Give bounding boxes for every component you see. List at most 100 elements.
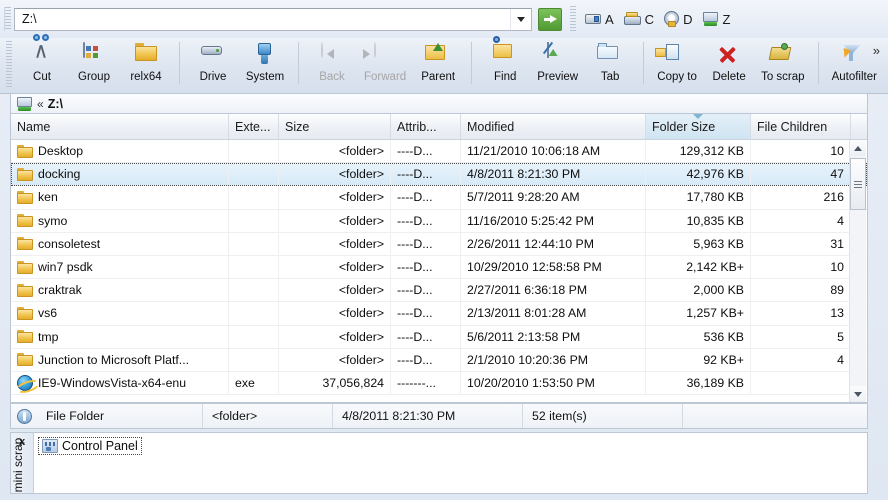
list-item[interactable]: Control Panel: [38, 437, 142, 455]
main-toolbar-gripper[interactable]: [6, 41, 12, 87]
breadcrumb[interactable]: « Z:\: [10, 93, 868, 113]
drive-button-d[interactable]: D: [661, 9, 697, 29]
cut-button-label: Cut: [33, 71, 51, 83]
cell-modified: 2/13/2011 8:01:28 AM: [461, 302, 646, 325]
breadcrumb-separator: «: [37, 96, 44, 111]
status-bar: File Folder <folder> 4/8/2011 8:21:30 PM…: [10, 403, 868, 429]
file-name: consoletest: [38, 236, 101, 251]
cell-name: docking: [11, 163, 229, 186]
table-row[interactable]: tmp <folder> ----D... 5/6/2011 2:13:58 P…: [11, 325, 867, 349]
table-row[interactable]: win7 psdk <folder> ----D... 10/29/2010 1…: [11, 255, 867, 280]
cell-extension: [229, 255, 279, 279]
cell-attributes: ----D...: [391, 348, 461, 371]
mini-scrap-body[interactable]: Control Panel: [34, 433, 867, 493]
table-row[interactable]: symo <folder> ----D... 11/16/2010 5:25:4…: [11, 209, 867, 233]
cell-modified: 2/26/2011 12:44:10 PM: [461, 232, 646, 255]
preview-button[interactable]: Preview: [531, 41, 584, 84]
cell-file-children: 10: [751, 255, 851, 279]
cell-modified: 10/29/2010 12:58:58 PM: [461, 255, 646, 279]
go-button[interactable]: [538, 7, 562, 31]
folder-icon: [17, 283, 33, 297]
cell-folder-size: 42,976 KB: [646, 163, 751, 186]
toolbar-overflow-button[interactable]: »: [873, 44, 880, 57]
cell-modified: 10/20/2010 1:53:50 PM: [461, 371, 646, 395]
network-drive-icon: [702, 12, 719, 26]
cell-extension: [229, 302, 279, 325]
internet-explorer-icon: [17, 374, 33, 391]
network-drive-icon: [16, 96, 33, 111]
cell-attributes: ----D...: [391, 302, 461, 325]
table-row[interactable]: vs6 <folder> ----D... 2/13/2011 8:01:28 …: [11, 302, 867, 326]
column-header-modified[interactable]: Modified: [461, 114, 646, 139]
drive-icon: [200, 43, 226, 69]
file-name: Junction to Microsoft Platf...: [38, 352, 190, 367]
cell-extension: exe: [229, 371, 279, 395]
drive-letter-d: D: [683, 11, 693, 27]
copy-to-button-label: Copy to: [657, 71, 697, 83]
find-button[interactable]: Find: [479, 41, 531, 84]
address-input-box[interactable]: Z:\: [14, 7, 532, 31]
tab-button[interactable]: Tab: [584, 41, 636, 84]
table-row[interactable]: craktrak <folder> ----D... 2/27/2011 6:3…: [11, 279, 867, 303]
toolbar-gripper[interactable]: [4, 7, 11, 31]
table-row[interactable]: ken <folder> ----D... 5/7/2011 9:28:20 A…: [11, 186, 867, 210]
group-button[interactable]: Group: [68, 41, 120, 84]
scrollbar-thumb[interactable]: [850, 158, 866, 210]
column-header-extension[interactable]: Exte...: [229, 114, 279, 139]
cell-modified: 5/7/2011 9:28:20 AM: [461, 186, 646, 209]
column-header-name[interactable]: Name: [11, 114, 229, 139]
delete-x-icon: [716, 43, 742, 69]
folder-icon: [17, 260, 33, 274]
address-input[interactable]: Z:\: [15, 12, 510, 26]
cell-modified: 11/16/2010 5:25:42 PM: [461, 209, 646, 232]
cell-modified: 11/21/2010 10:06:18 AM: [461, 140, 646, 163]
address-bar: Z:\ A C D Z: [0, 0, 888, 38]
scroll-down-button[interactable]: [850, 386, 866, 402]
relx64-button[interactable]: relx64: [120, 41, 172, 84]
column-header-size[interactable]: Size: [279, 114, 391, 139]
system-button-label: System: [245, 71, 285, 83]
cell-folder-size: 92 KB+: [646, 348, 751, 371]
group-icon: [81, 42, 107, 69]
cell-extension: [229, 348, 279, 371]
to-scrap-button[interactable]: To scrap: [755, 41, 810, 84]
breadcrumb-path[interactable]: Z:\: [48, 97, 63, 111]
cell-size: 37,056,824: [279, 371, 391, 395]
table-row[interactable]: docking <folder> ----D... 4/8/2011 8:21:…: [11, 163, 867, 187]
table-row[interactable]: IE9-WindowsVista-x64-enu exe 37,056,824 …: [11, 371, 867, 396]
back-button[interactable]: Back: [306, 41, 358, 84]
system-button[interactable]: System: [239, 41, 291, 84]
scroll-up-button[interactable]: [850, 140, 866, 156]
vertical-scrollbar[interactable]: [849, 140, 866, 402]
drive-button[interactable]: Drive: [187, 41, 239, 84]
parent-button[interactable]: Parent: [412, 41, 464, 84]
drive-button-c[interactable]: C: [621, 10, 659, 29]
status-item-count: 52 item(s): [522, 404, 682, 428]
column-header-attributes[interactable]: Attrib...: [391, 114, 461, 139]
forward-button[interactable]: Forward: [358, 41, 412, 84]
cell-file-children: [751, 371, 851, 395]
drive-button-a[interactable]: A: [582, 10, 619, 29]
autofilter-icon: [841, 43, 867, 69]
column-header-folder-size[interactable]: Folder Size: [646, 114, 751, 139]
table-row[interactable]: Junction to Microsoft Platf... <folder> …: [11, 348, 867, 372]
cut-button[interactable]: Cut: [16, 34, 68, 84]
to-scrap-icon: [770, 43, 796, 69]
cell-extension: [229, 279, 279, 302]
file-name: symo: [38, 213, 68, 228]
mini-scrap-tab[interactable]: x mini scrap: [11, 433, 34, 493]
column-header-folder-size-label: Folder Size: [652, 119, 716, 134]
column-header-file-children[interactable]: File Children: [751, 114, 851, 139]
table-row[interactable]: Desktop <folder> ----D... 11/21/2010 10:…: [11, 140, 867, 164]
address-dropdown-button[interactable]: [510, 8, 531, 30]
hard-disk-icon: [623, 11, 642, 27]
file-name: Desktop: [38, 144, 84, 159]
cell-folder-size: 129,312 KB: [646, 140, 751, 163]
delete-button[interactable]: Delete: [703, 41, 755, 84]
drive-button-z[interactable]: Z: [699, 10, 735, 29]
system-icon: [252, 43, 278, 69]
toolbar-divider: [471, 42, 473, 84]
drive-bar-gripper[interactable]: [570, 6, 576, 32]
copy-to-button[interactable]: Copy to: [651, 41, 703, 84]
table-row[interactable]: consoletest <folder> ----D... 2/26/2011 …: [11, 232, 867, 256]
